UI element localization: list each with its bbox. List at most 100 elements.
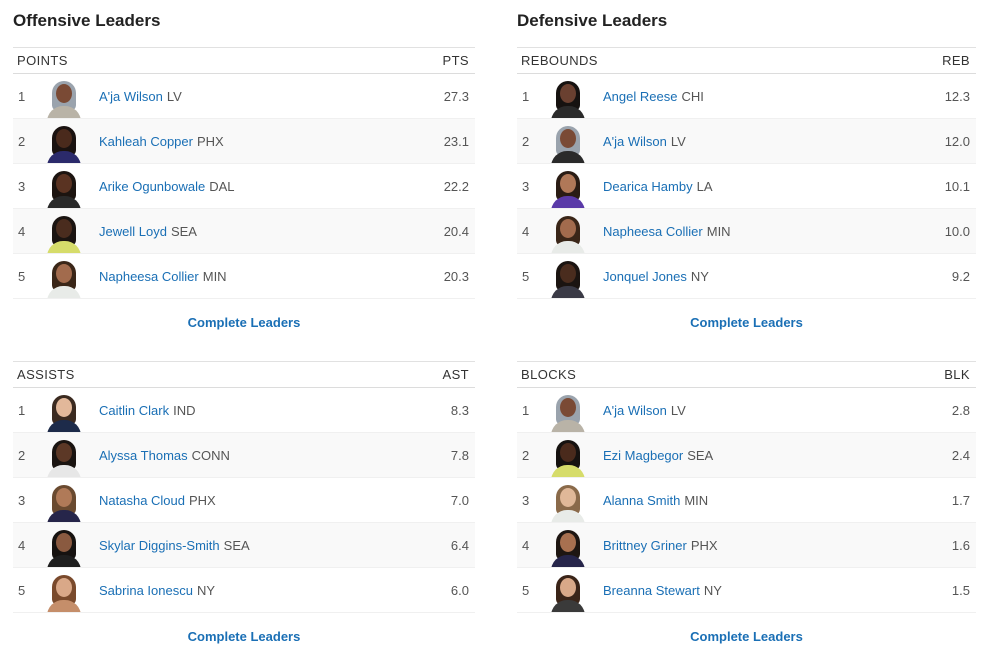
headshot-face bbox=[560, 129, 576, 148]
team-abbreviation: MIN bbox=[706, 223, 731, 239]
headshot-face bbox=[56, 533, 72, 552]
player-name-link[interactable]: Napheesa Collier bbox=[99, 269, 199, 284]
player-name-link[interactable]: Sabrina Ionescu bbox=[99, 583, 193, 598]
player-headshot[interactable] bbox=[45, 394, 83, 432]
player-name-link[interactable]: Arike Ogunbowale bbox=[99, 179, 205, 194]
player-name-link[interactable]: Natasha Cloud bbox=[99, 493, 185, 508]
rank: 3 bbox=[18, 178, 26, 194]
player-name-link[interactable]: Skylar Diggins-Smith bbox=[99, 538, 220, 553]
complete-leaders-link[interactable]: Complete Leaders bbox=[690, 315, 803, 330]
player-headshot[interactable] bbox=[549, 484, 587, 522]
leader-row: 3 Dearica Hamby LA 10.1 bbox=[517, 164, 976, 209]
team-abbreviation: LV bbox=[670, 402, 686, 418]
player-name-link[interactable]: Jewell Loyd bbox=[99, 224, 167, 239]
leader-row: 1 Caitlin Clark IND 8.3 bbox=[13, 388, 475, 433]
stat-value: 12.3 bbox=[944, 88, 970, 104]
rank: 2 bbox=[522, 133, 530, 149]
team-abbreviation: PHX bbox=[196, 133, 224, 149]
stat-abbreviation: PTS bbox=[442, 53, 469, 68]
player-headshot[interactable] bbox=[45, 170, 83, 208]
category-label: BLOCKS bbox=[521, 367, 577, 382]
team-abbreviation: SEA bbox=[687, 447, 714, 463]
headshot-face bbox=[56, 488, 72, 507]
player-name-link[interactable]: Brittney Griner bbox=[603, 538, 687, 553]
player-headshot[interactable] bbox=[549, 80, 587, 118]
player-name-link[interactable]: A'ja Wilson bbox=[603, 403, 667, 418]
player-name-link[interactable]: Napheesa Collier bbox=[603, 224, 703, 239]
leader-row: 3 Alanna Smith MIN 1.7 bbox=[517, 478, 976, 523]
player-name-link[interactable]: Angel Reese bbox=[603, 89, 677, 104]
team-abbreviation: MIN bbox=[202, 268, 227, 284]
headshot-face bbox=[560, 219, 576, 238]
complete-leaders-link[interactable]: Complete Leaders bbox=[188, 315, 301, 330]
headshot-face bbox=[560, 578, 576, 597]
leader-rows: 1 Angel Reese CHI 12.3 2 A'ja Wilson LV … bbox=[517, 74, 976, 299]
player-headshot[interactable] bbox=[45, 574, 83, 612]
stat-abbreviation: REB bbox=[942, 53, 970, 68]
table-header: REBOUNDS REB bbox=[517, 47, 976, 74]
player-headshot[interactable] bbox=[45, 80, 83, 118]
player-headshot[interactable] bbox=[549, 170, 587, 208]
team-abbreviation: SEA bbox=[223, 537, 250, 553]
player-headshot[interactable] bbox=[45, 529, 83, 567]
headshot-face bbox=[560, 84, 576, 103]
stat-value: 6.0 bbox=[450, 582, 469, 598]
player-headshot[interactable] bbox=[549, 574, 587, 612]
player-name-link[interactable]: Ezi Magbegor bbox=[603, 448, 683, 463]
stat-value: 2.4 bbox=[951, 447, 970, 463]
player-headshot[interactable] bbox=[549, 529, 587, 567]
leader-row: 5 Sabrina Ionescu NY 6.0 bbox=[13, 568, 475, 613]
team-abbreviation: LA bbox=[696, 178, 713, 194]
player-name-link[interactable]: Dearica Hamby bbox=[603, 179, 693, 194]
leader-row: 2 A'ja Wilson LV 12.0 bbox=[517, 119, 976, 164]
stat-value: 10.1 bbox=[944, 178, 970, 194]
team-abbreviation: LV bbox=[166, 88, 182, 104]
category-label: ASSISTS bbox=[17, 367, 75, 382]
leader-rows: 1 Caitlin Clark IND 8.3 2 Alyssa Thomas … bbox=[13, 388, 475, 613]
stat-value: 8.3 bbox=[450, 402, 469, 418]
player-name-link[interactable]: Breanna Stewart bbox=[603, 583, 700, 598]
team-abbreviation: PHX bbox=[189, 492, 216, 508]
player-headshot[interactable] bbox=[45, 439, 83, 477]
rank: 1 bbox=[18, 402, 26, 418]
player-headshot[interactable] bbox=[549, 125, 587, 163]
player-headshot[interactable] bbox=[549, 394, 587, 432]
player-name-link[interactable]: Jonquel Jones bbox=[603, 269, 687, 284]
leader-row: 4 Jewell Loyd SEA 20.4 bbox=[13, 209, 475, 254]
player-name-link[interactable]: Alyssa Thomas bbox=[99, 448, 188, 463]
leader-row: 5 Napheesa Collier MIN 20.3 bbox=[13, 254, 475, 299]
player-headshot[interactable] bbox=[45, 125, 83, 163]
player-headshot[interactable] bbox=[45, 484, 83, 522]
complete-leaders-container: Complete Leaders bbox=[13, 299, 475, 346]
rank: 4 bbox=[522, 223, 530, 239]
complete-leaders-container: Complete Leaders bbox=[13, 613, 475, 656]
player-name-link[interactable]: A'ja Wilson bbox=[603, 134, 667, 149]
player-name-link[interactable]: Alanna Smith bbox=[603, 493, 680, 508]
leader-row: 5 Breanna Stewart NY 1.5 bbox=[517, 568, 976, 613]
table-header: POINTS PTS bbox=[13, 47, 475, 74]
player-name-link[interactable]: Caitlin Clark bbox=[99, 403, 169, 418]
stat-value: 7.0 bbox=[450, 492, 469, 508]
rank: 2 bbox=[522, 447, 530, 463]
leader-row: 1 A'ja Wilson LV 2.8 bbox=[517, 388, 976, 433]
stat-value: 7.8 bbox=[450, 447, 469, 463]
rank: 2 bbox=[18, 133, 26, 149]
player-headshot[interactable] bbox=[549, 260, 587, 298]
complete-leaders-link[interactable]: Complete Leaders bbox=[188, 629, 301, 644]
player-name-link[interactable]: A'ja Wilson bbox=[99, 89, 163, 104]
leader-row: 4 Brittney Griner PHX 1.6 bbox=[517, 523, 976, 568]
headshot-face bbox=[560, 264, 576, 283]
headshot-face bbox=[56, 264, 72, 283]
leader-row: 5 Jonquel Jones NY 9.2 bbox=[517, 254, 976, 299]
complete-leaders-link[interactable]: Complete Leaders bbox=[690, 629, 803, 644]
player-headshot[interactable] bbox=[45, 260, 83, 298]
rank: 5 bbox=[18, 268, 26, 284]
headshot-face bbox=[56, 578, 72, 597]
leader-rows: 1 A'ja Wilson LV 27.3 2 Kahleah Copper P… bbox=[13, 74, 475, 299]
player-headshot[interactable] bbox=[549, 215, 587, 253]
player-name-link[interactable]: Kahleah Copper bbox=[99, 134, 193, 149]
player-headshot[interactable] bbox=[549, 439, 587, 477]
player-headshot[interactable] bbox=[45, 215, 83, 253]
defensive-leaders-column: Defensive Leaders REBOUNDS REB 1 Angel R… bbox=[517, 0, 976, 656]
team-abbreviation: CONN bbox=[191, 447, 230, 463]
